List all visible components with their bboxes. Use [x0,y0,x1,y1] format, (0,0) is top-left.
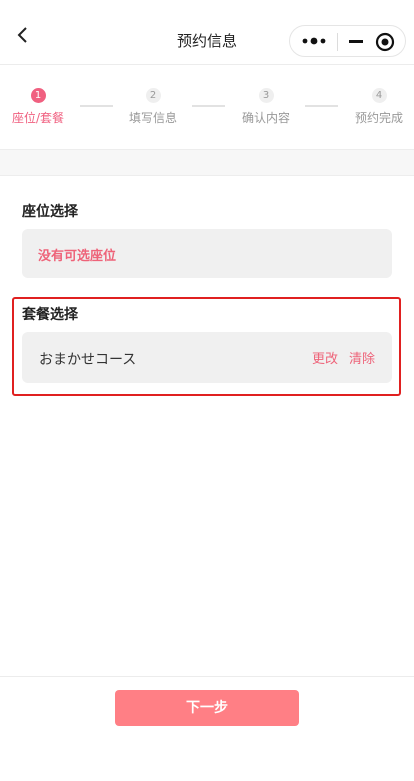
step-number: 2 [145,88,161,103]
step-label: 预约完成 [354,111,403,125]
step-progress: 1 座位/套餐 2 填写信息 3 确认内容 4 预约完成 [0,64,414,149]
no-seat-message: 没有可选座位 [38,249,117,264]
more-dots-icon[interactable] [300,30,328,52]
change-course-link[interactable]: 更改 [312,348,338,367]
step-1: 1 座位/套餐 [0,88,83,126]
step-number: 1 [30,88,46,103]
step-number: 4 [371,88,387,103]
footer-bar: 下一步 [0,676,414,781]
step-label: 确认内容 [241,111,290,125]
section-separator [0,149,414,176]
step-label: 填写信息 [128,111,177,125]
seat-options-box: 没有可选座位 [22,229,392,278]
seat-section-title: 座位选择 [22,204,78,220]
minimize-icon[interactable] [345,30,367,52]
selected-course-box: おまかせコース 更改 清除 [22,332,392,383]
nav-bar: 预约信息 [0,0,414,65]
step-4: 4 预约完成 [334,88,414,126]
next-step-button[interactable]: 下一步 [115,690,299,726]
step-3: 3 确认内容 [221,88,311,126]
step-2: 2 填写信息 [108,88,198,126]
clear-course-link[interactable]: 清除 [349,348,375,367]
target-close-icon[interactable] [374,31,396,53]
course-name: おまかせコース [39,352,137,368]
capsule-divider [337,33,338,51]
step-number: 3 [258,88,274,103]
step-label: 座位/套餐 [11,111,65,125]
mini-program-capsule [289,25,406,57]
course-section-title: 套餐选择 [22,307,78,323]
